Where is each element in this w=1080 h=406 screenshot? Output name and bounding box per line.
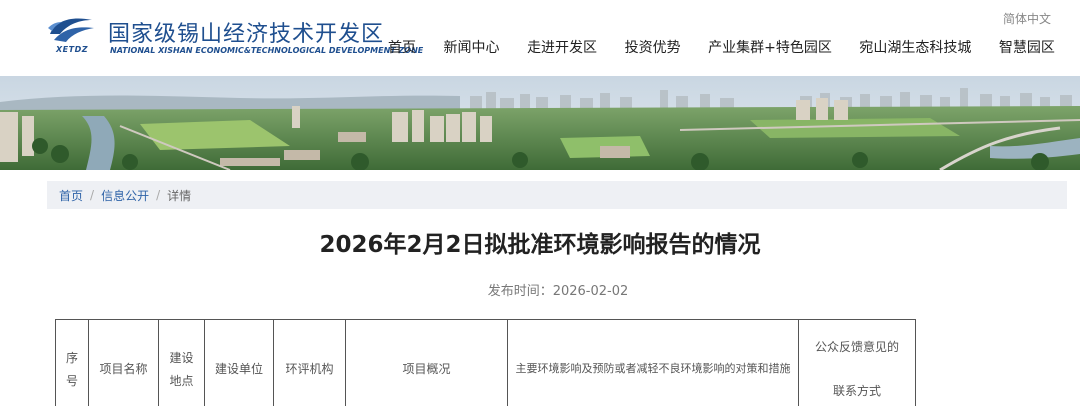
nav-item-industry-parks[interactable]: 产业集群+特色园区: [708, 37, 832, 57]
logo-caption: XETDZ: [55, 45, 89, 54]
breadcrumb: 首页 / 信息公开 / 详情: [47, 181, 1067, 209]
site-name-english: NATIONAL XISHAN ECONOMIC&TECHNOLOGICAL D…: [110, 46, 424, 55]
main-nav: 首页 新闻中心 走进开发区 投资优势 产业集群+特色园区 宛山湖生态科技城 智慧…: [388, 37, 1055, 57]
table-header-cell: 建设单位: [204, 319, 274, 406]
eia-report-table: 序号 项目名称 建设 地点 建设单位 环评机构 项目概况 主要环境影响及预防或者减…: [55, 319, 916, 406]
publish-info: 发布时间：2026-02-02: [0, 280, 1080, 299]
publish-label: 发布时间：: [487, 284, 553, 299]
table-header-cell: 环评机构: [273, 319, 346, 406]
table-header-cell: 序号: [55, 319, 89, 406]
table-header-cell: 建设 地点: [158, 319, 205, 406]
breadcrumb-separator: /: [156, 188, 161, 202]
breadcrumb-current: 详情: [167, 188, 192, 203]
breadcrumb-separator: /: [90, 188, 95, 202]
table-header-cell: 公众反馈意见的 联系方式: [798, 319, 916, 406]
logo-emblem-icon: [48, 18, 94, 42]
article-title: 2026年2月2日拟批准环境影响报告的情况: [319, 232, 761, 258]
nav-item-wanshan-lake[interactable]: 宛山湖生态科技城: [859, 37, 971, 57]
breadcrumb-info-public-link[interactable]: 信息公开: [101, 187, 149, 204]
table-header-cell: 项目名称: [88, 319, 159, 406]
site-name: 国家级锡山经济技术开发区: [108, 22, 385, 47]
breadcrumb-home-link[interactable]: 首页: [59, 187, 83, 204]
site-logo[interactable]: XETDZ: [46, 14, 96, 58]
nav-item-news-center[interactable]: 新闻中心: [444, 37, 500, 57]
site-header: XETDZ 国家级锡山经济技术开发区 NATIONAL XISHAN ECONO…: [0, 0, 1080, 76]
table-header-cell: 主要环境影响及预防或者减轻不良环境影响的对策和措施: [507, 319, 799, 406]
table-header-cell: 项目概况: [345, 319, 508, 406]
nav-item-home[interactable]: 首页: [388, 37, 416, 57]
publish-date: 2026-02-02: [552, 284, 629, 299]
nav-item-about-zone[interactable]: 走进开发区: [527, 37, 597, 57]
table-header-row: 序号 项目名称 建设 地点 建设单位 环评机构 项目概况 主要环境影响及预防或者减…: [55, 319, 916, 406]
nav-item-smart-park[interactable]: 智慧园区: [999, 37, 1055, 57]
city-panorama-image: [0, 76, 1080, 170]
language-switch-link[interactable]: 简体中文: [1003, 10, 1051, 27]
city-panorama-banner: [0, 76, 1080, 170]
nav-item-investment[interactable]: 投资优势: [625, 37, 681, 57]
